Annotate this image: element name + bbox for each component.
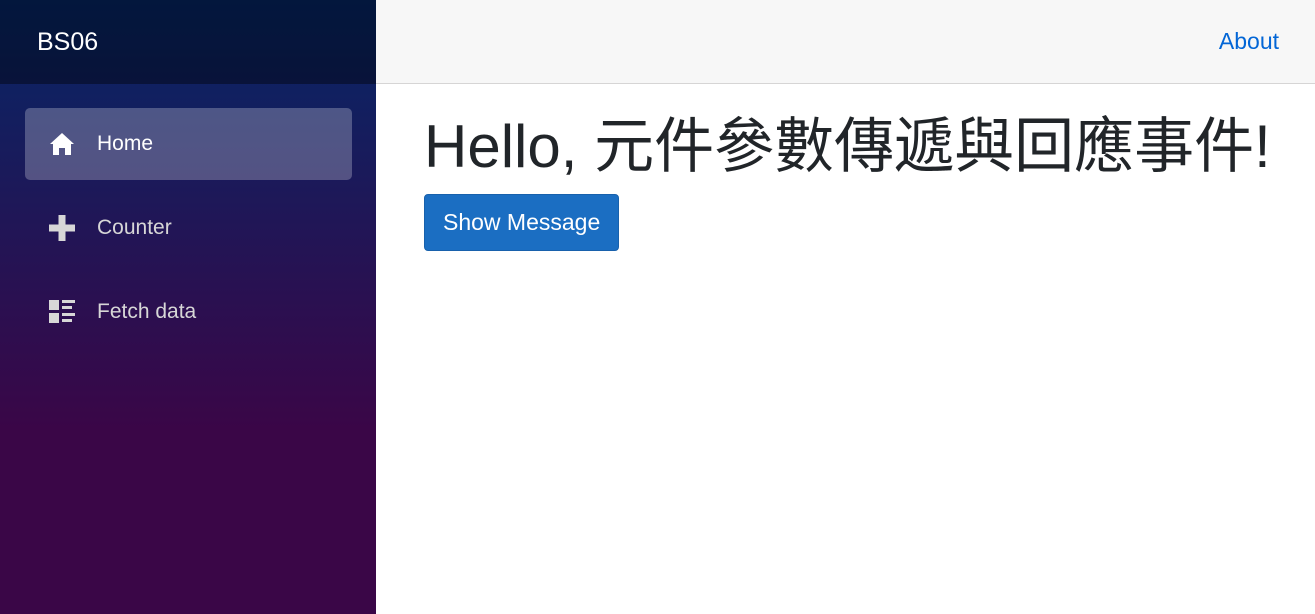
top-row: About [376, 0, 1315, 84]
sidebar-item-fetch-data[interactable]: Fetch data [25, 276, 352, 348]
main-area: About Hello, 元件參數傳遞與回應事件! Show Message [376, 0, 1315, 614]
sidebar-item-label: Fetch data [97, 300, 197, 323]
brand-bar: BS06 [0, 0, 376, 84]
show-message-button[interactable]: Show Message [424, 194, 620, 251]
sidebar-item-home[interactable]: Home [25, 108, 352, 180]
content: Hello, 元件參數傳遞與回應事件! Show Message [376, 84, 1315, 251]
app-root: BS06 Home Counter Fetch data About Hello… [0, 0, 1315, 614]
sidebar-item-counter[interactable]: Counter [25, 192, 352, 264]
sidebar-item-label: Counter [97, 216, 172, 239]
sidebar-nav: Home Counter Fetch data [0, 84, 376, 348]
brand-link[interactable]: BS06 [37, 28, 98, 57]
sidebar-item-label: Home [97, 132, 154, 155]
list-rich-icon [48, 298, 76, 326]
page-title: Hello, 元件參數傳遞與回應事件! [424, 113, 1271, 180]
plus-icon [48, 214, 76, 242]
home-icon [48, 130, 76, 158]
about-link[interactable]: About [1219, 28, 1279, 55]
sidebar: BS06 Home Counter Fetch data [0, 0, 376, 614]
